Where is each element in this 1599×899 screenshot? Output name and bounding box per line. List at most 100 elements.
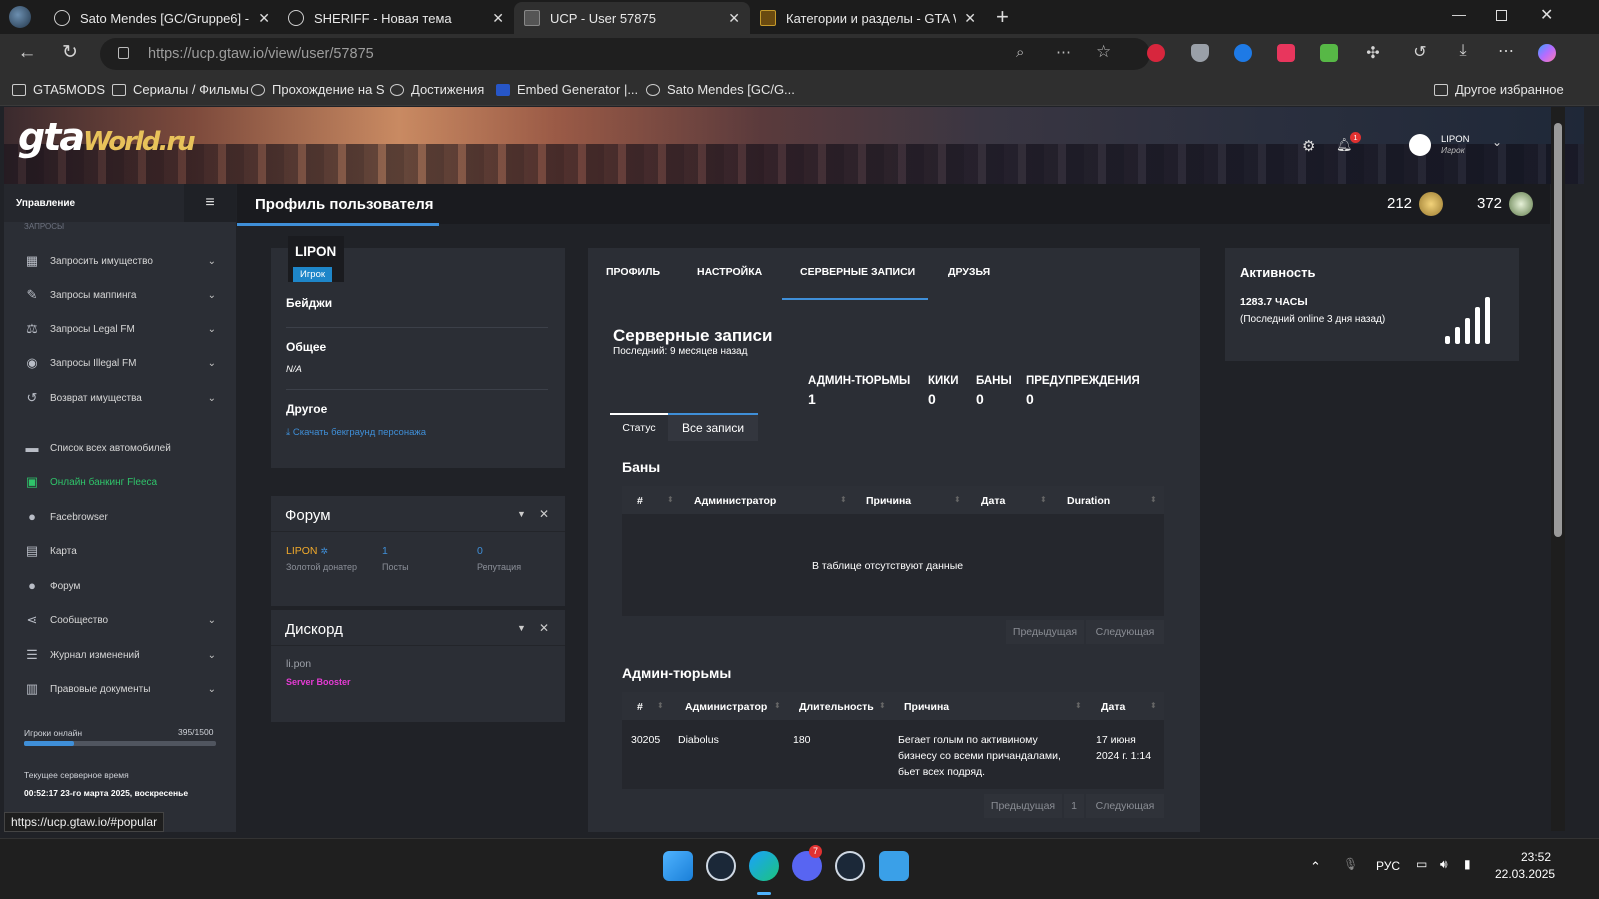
close-window-icon[interactable]: ✕ [1540, 5, 1553, 25]
clock-date[interactable]: 22.03.2025 [1495, 867, 1555, 881]
chevron-down-icon[interactable]: ⌄ [208, 256, 216, 267]
sidebar-item[interactable]: ☰ Журнал изменений ⌄ [4, 640, 236, 670]
settings-gear-icon[interactable]: ⚙ [1302, 137, 1315, 155]
bookmark-achievements[interactable]: Достижения [390, 82, 484, 97]
bookmark-embed[interactable]: Embed Generator |... [496, 82, 638, 97]
sidebar-item[interactable]: ● Facebrowser [4, 502, 236, 532]
history-icon[interactable]: ↺ [1409, 42, 1431, 62]
browser-tab-2[interactable]: SHERIFF - Новая тема ✕ [278, 2, 514, 34]
favorite-star-icon[interactable]: ☆ [1096, 42, 1111, 62]
sort-icon[interactable]: ⬍ [657, 701, 664, 710]
sidebar-item[interactable]: ● Форум [4, 571, 236, 601]
close-icon[interactable]: ✕ [964, 10, 976, 27]
sort-icon[interactable]: ⬍ [1150, 495, 1157, 504]
lock-icon[interactable] [118, 47, 129, 59]
sort-icon[interactable]: ⬍ [1040, 495, 1047, 504]
extension-red-icon[interactable] [1277, 44, 1295, 62]
close-icon[interactable]: ✕ [492, 10, 504, 27]
new-tab-icon[interactable]: + [996, 4, 1009, 30]
hamburger-menu-icon[interactable]: ≡ [184, 184, 236, 222]
gta-world-logo[interactable]: gtaWorld.ru [18, 115, 196, 159]
close-icon[interactable]: ✕ [258, 10, 270, 27]
sort-icon[interactable]: ⬍ [667, 495, 674, 504]
jails-prev-button[interactable]: Предыдущая [984, 794, 1062, 818]
bookmark-sato[interactable]: Sato Mendes [GC/G... [646, 82, 795, 97]
sort-icon[interactable]: ⬍ [879, 701, 886, 710]
col-header-date[interactable]: Дата [1101, 701, 1125, 713]
address-bar[interactable]: https://ucp.gtaw.io/view/user/57875 ⌕ ⋯ … [100, 38, 1150, 70]
copilot-icon[interactable] [1538, 44, 1556, 62]
reader-icon[interactable]: ⋯ [1056, 43, 1071, 61]
sidebar-item[interactable]: ▬ Список всех автомобилей [4, 433, 236, 463]
notepad-icon[interactable] [879, 851, 909, 881]
sidebar-item[interactable]: ⚖ Запросы Legal FM ⌄ [4, 314, 236, 344]
close-icon[interactable]: ✕ [539, 621, 549, 635]
sort-icon[interactable]: ⬍ [840, 495, 847, 504]
sidebar-item[interactable]: ⋖ Сообщество ⌄ [4, 605, 236, 635]
bookmark-other-folder[interactable]: Другое избранное [1434, 82, 1564, 97]
sidebar-item[interactable]: ↺ Возврат имущества ⌄ [4, 383, 236, 413]
edge-browser-icon[interactable] [749, 851, 779, 881]
downloads-icon[interactable]: ⤓ [1452, 42, 1474, 60]
subtab-status[interactable]: Статус [610, 413, 668, 441]
steam-icon[interactable] [706, 851, 736, 881]
col-header-id[interactable]: # [637, 701, 643, 713]
sort-icon[interactable]: ⬍ [1150, 701, 1157, 710]
jails-next-button[interactable]: Следующая [1086, 794, 1164, 818]
col-header-date[interactable]: Дата [981, 495, 1005, 507]
chevron-down-icon[interactable]: ⌄ [208, 358, 216, 369]
jails-page-1-button[interactable]: 1 [1064, 794, 1084, 818]
windows-start-icon[interactable] [663, 851, 693, 881]
zoom-icon[interactable]: ⌕ [1016, 44, 1024, 61]
chevron-down-icon[interactable]: ⌄ [208, 684, 216, 695]
bans-prev-button[interactable]: Предыдущая [1006, 620, 1084, 644]
bookmark-walkthrough[interactable]: Прохождение на S [251, 82, 385, 97]
chevron-down-icon[interactable]: ⌄ [208, 615, 216, 626]
browser-profile-icon[interactable] [9, 6, 31, 28]
bookmark-gta5mods[interactable]: GTA5MODS [12, 82, 105, 97]
extensions-puzzle-icon[interactable]: ✣ [1362, 43, 1384, 63]
profile-tab[interactable]: СЕРВЕРНЫЕ ЗАПИСИ [800, 266, 915, 278]
volume-icon[interactable]: 🔊︎ [1440, 857, 1448, 872]
close-icon[interactable]: ✕ [539, 507, 549, 521]
user-avatar-icon[interactable] [1409, 134, 1431, 156]
col-header-reason[interactable]: Причина [904, 701, 949, 713]
sort-icon[interactable]: ⬍ [954, 495, 961, 504]
browser-tab-4[interactable]: Категории и разделы - GTA World ✕ [750, 2, 986, 34]
collapse-caret-icon[interactable]: ▼ [517, 623, 526, 633]
col-header-admin[interactable]: Администратор [685, 701, 767, 713]
forum-username[interactable]: LIPON ✲ [286, 545, 328, 557]
col-header-id[interactable]: # [637, 495, 643, 507]
battery-icon[interactable]: ▮ [1464, 857, 1471, 871]
adblock-icon[interactable] [1147, 44, 1165, 62]
sidebar-item[interactable]: ▣ Онлайн банкинг Fleeca [4, 467, 236, 497]
profile-tab[interactable]: ДРУЗЬЯ [948, 266, 990, 278]
close-icon[interactable]: ✕ [728, 10, 740, 27]
shazam-icon[interactable] [1234, 44, 1252, 62]
chevron-down-icon[interactable]: ⌄ [208, 393, 216, 404]
sidebar-item[interactable]: ▥ Правовые документы ⌄ [4, 674, 236, 704]
header-username[interactable]: LIPON [1441, 134, 1470, 145]
col-header-reason[interactable]: Причина [866, 495, 911, 507]
shield-icon[interactable] [1191, 44, 1209, 62]
sidebar-item[interactable]: ▦ Запросить имущество ⌄ [4, 246, 236, 276]
sort-icon[interactable]: ⬍ [774, 701, 781, 710]
subtab-all-records[interactable]: Все записи [668, 413, 758, 441]
page-scrollbar[interactable] [1551, 107, 1565, 831]
chevron-down-icon[interactable]: ⌄ [208, 650, 216, 661]
minimize-icon[interactable]: — [1452, 6, 1466, 22]
bans-next-button[interactable]: Следующая [1086, 620, 1164, 644]
sidebar-item[interactable]: ✎ Запросы маппинга ⌄ [4, 280, 236, 310]
col-header-duration[interactable]: Длительность [799, 701, 874, 713]
sort-icon[interactable]: ⬍ [1075, 701, 1082, 710]
download-green-icon[interactable] [1320, 44, 1338, 62]
back-arrow-icon[interactable]: ← [16, 42, 38, 64]
scrollbar-thumb[interactable] [1554, 123, 1562, 537]
chevron-down-icon[interactable]: ⌄ [208, 324, 216, 335]
download-background-link[interactable]: ⤓ Скачать бекграунд персонажа [286, 427, 426, 438]
display-icon[interactable]: ▭ [1416, 857, 1427, 871]
steam-icon[interactable] [835, 851, 865, 881]
browser-tab-1[interactable]: Sato Mendes [GC/Gruppe6] - Los ✕ [44, 2, 280, 34]
sidebar-item[interactable]: ◉ Запросы Illegal FM ⌄ [4, 348, 236, 378]
profile-tab[interactable]: ПРОФИЛЬ [606, 266, 660, 278]
